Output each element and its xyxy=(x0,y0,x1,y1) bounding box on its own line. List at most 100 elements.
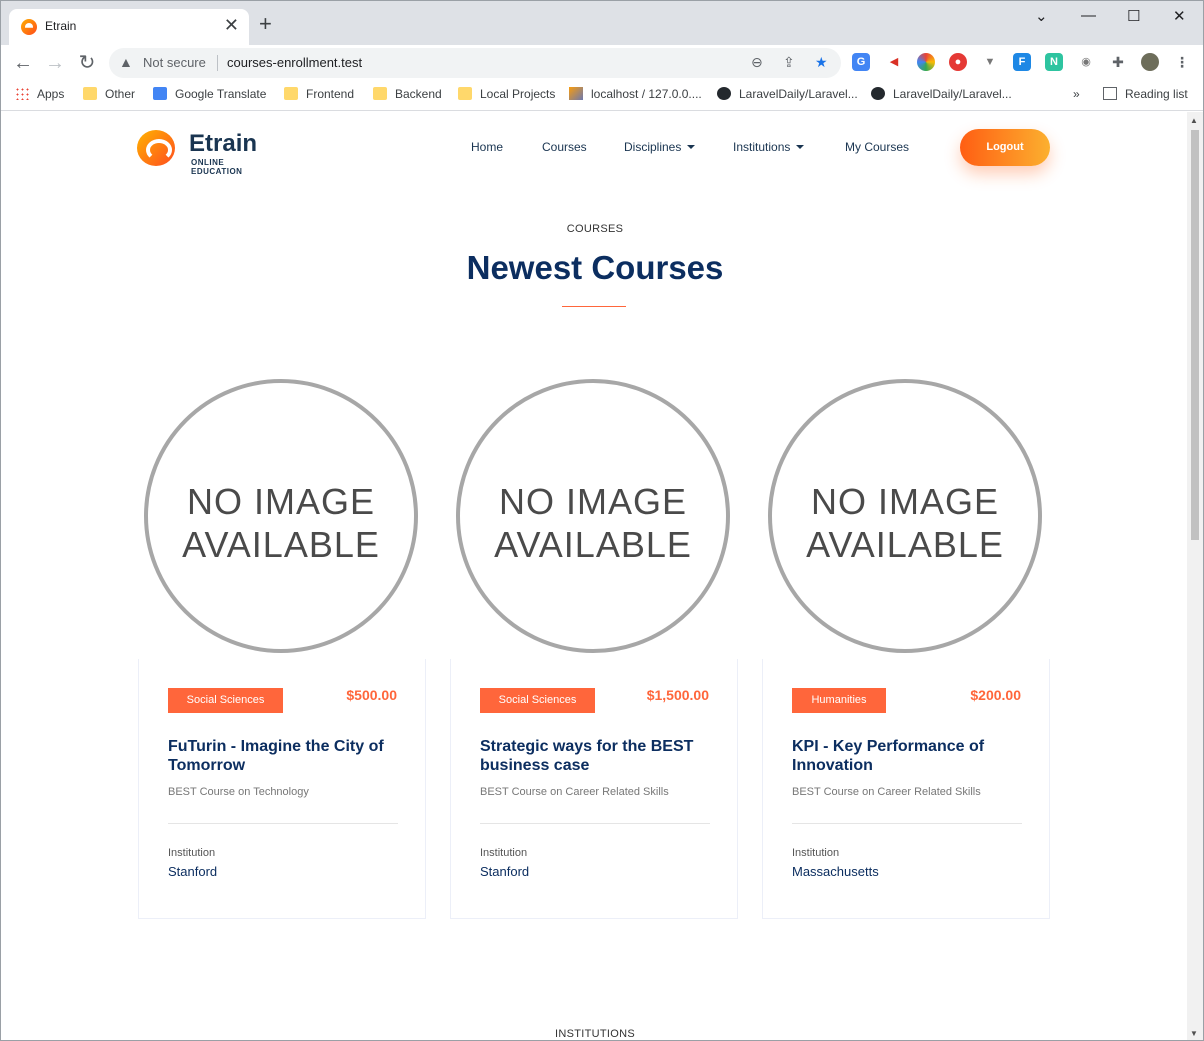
nav-institutions[interactable]: Institutions xyxy=(733,140,805,154)
ext-gear-extension-icon[interactable]: ◉ xyxy=(1077,53,1095,71)
bookmarks-bar: Apps Other Google Translate Frontend Bac… xyxy=(1,81,1203,111)
course-card[interactable]: NO IMAGE AVAILABLE Social Sciences $500.… xyxy=(138,379,426,919)
reload-icon[interactable]: ↻ xyxy=(73,49,101,77)
institution-label: Institution xyxy=(792,847,840,859)
bookmark-laraveldaily-1[interactable]: LaravelDaily/Laravel... xyxy=(717,87,858,101)
caret-down-icon xyxy=(687,145,696,149)
course-card-body: Social Sciences $500.00 FuTurin - Imagin… xyxy=(138,659,426,919)
vue-devtools-extension-icon[interactable]: ▼ xyxy=(981,53,999,71)
back-arrow-icon[interactable]: ← xyxy=(9,49,37,77)
course-card-body: Humanities $200.00 KPI - Key Performance… xyxy=(762,659,1050,919)
logo-subtitle: ONLINE EDUCATION xyxy=(191,158,243,176)
course-title[interactable]: FuTurin - Imagine the City of Tomorrow xyxy=(168,737,398,775)
bookmark-laraveldaily-2[interactable]: LaravelDaily/Laravel... xyxy=(871,87,1012,101)
page-viewport: Etrain ONLINE EDUCATION Home Courses Dis… xyxy=(1,112,1189,1040)
tab-search-icon[interactable]: ⌄ xyxy=(1035,7,1048,25)
close-window-button[interactable]: ✕ xyxy=(1173,7,1186,25)
title-underline xyxy=(562,306,626,307)
scroll-up-icon[interactable]: ▲ xyxy=(1190,116,1198,125)
nav-disciplines[interactable]: Disciplines xyxy=(624,140,696,154)
section-kicker: COURSES xyxy=(566,223,624,235)
nav-disciplines-label: Disciplines xyxy=(624,140,682,154)
institution-label: Institution xyxy=(480,847,528,859)
tab-title: Etrain xyxy=(45,19,77,33)
logout-button[interactable]: Logout xyxy=(960,129,1050,166)
placeholder-line2: AVAILABLE xyxy=(182,524,380,565)
tab-strip: Etrain ✕ + ⌄ — ☐ ✕ xyxy=(1,1,1203,45)
placeholder-line2: AVAILABLE xyxy=(494,524,692,565)
color-picker-extension-icon[interactable] xyxy=(917,53,935,71)
bookmark-apps[interactable]: Apps xyxy=(15,87,64,101)
reading-list[interactable]: Reading list xyxy=(1103,87,1188,101)
folder-icon xyxy=(373,87,387,100)
menu-kebab-icon[interactable]: ⋮ xyxy=(1173,53,1191,71)
adblock-extension-icon[interactable]: ● xyxy=(949,53,967,71)
institution-name: Massachusetts xyxy=(792,864,879,879)
card-divider xyxy=(792,823,1022,824)
nav-my-courses[interactable]: My Courses xyxy=(845,140,909,154)
logo-name: Etrain xyxy=(189,130,258,157)
scroll-down-icon[interactable]: ▼ xyxy=(1190,1029,1198,1038)
course-title[interactable]: KPI - Key Performance of Innovation xyxy=(792,737,1022,775)
institutions-kicker: INSTITUTIONS xyxy=(555,1028,635,1040)
tab-close-icon[interactable]: ✕ xyxy=(224,16,239,34)
maximize-button[interactable]: ☐ xyxy=(1127,7,1140,25)
course-price: $1,500.00 xyxy=(646,687,709,703)
nav-home[interactable]: Home xyxy=(471,140,503,154)
extensions-puzzle-icon[interactable]: ✚ xyxy=(1109,53,1127,71)
course-card[interactable]: NO IMAGE AVAILABLE Social Sciences $1,50… xyxy=(450,379,738,919)
course-card[interactable]: NO IMAGE AVAILABLE Humanities $200.00 KP… xyxy=(762,379,1050,919)
course-title[interactable]: Strategic ways for the BEST business cas… xyxy=(480,737,710,775)
no-image-placeholder: NO IMAGE AVAILABLE xyxy=(768,379,1042,653)
nav-institutions-label: Institutions xyxy=(733,140,791,154)
megaphone-extension-icon[interactable]: ◀ xyxy=(885,53,903,71)
placeholder-line1: NO IMAGE xyxy=(810,481,1000,522)
nav-courses[interactable]: Courses xyxy=(542,140,587,154)
category-badge[interactable]: Humanities xyxy=(792,688,886,713)
bookmark-google-translate[interactable]: Google Translate xyxy=(153,87,266,101)
bookmark-label: Frontend xyxy=(306,87,355,101)
bookmark-label: Local Projects xyxy=(480,87,556,101)
placeholder-line2: AVAILABLE xyxy=(806,524,1004,565)
more-bookmarks-icon[interactable]: » xyxy=(1073,87,1080,101)
zoom-icon[interactable]: ⊖ xyxy=(751,54,763,71)
category-badge[interactable]: Social Sciences xyxy=(480,688,595,713)
bookmark-label: LaravelDaily/Laravel... xyxy=(893,87,1012,101)
bookmark-local-projects[interactable]: Local Projects xyxy=(458,87,555,101)
security-label[interactable]: Not secure xyxy=(143,55,206,70)
institution-name: Stanford xyxy=(168,864,218,879)
bookmark-localhost[interactable]: localhost / 127.0.0.... xyxy=(569,87,702,101)
course-price: $200.00 xyxy=(970,687,1021,703)
site-logo[interactable]: Etrain ONLINE EDUCATION xyxy=(137,128,277,176)
etrain-favicon-icon xyxy=(21,19,37,35)
github-icon xyxy=(871,87,885,100)
bookmark-backend[interactable]: Backend xyxy=(373,87,442,101)
google-translate-extension-icon[interactable]: G xyxy=(852,53,870,71)
page-scrollbar[interactable]: ▲ ▼ xyxy=(1187,112,1203,1040)
browser-toolbar: ← → ↻ ▲ Not secure courses-enrollment.te… xyxy=(1,45,1203,81)
tab-etrain[interactable]: Etrain ✕ xyxy=(9,9,249,45)
bookmark-frontend[interactable]: Frontend xyxy=(284,87,354,101)
share-icon[interactable]: ⇪ xyxy=(783,54,795,71)
new-tab-button[interactable]: + xyxy=(259,13,272,35)
institution-name: Stanford xyxy=(480,864,530,879)
bookmark-star-icon[interactable]: ★ xyxy=(815,54,828,71)
github-icon xyxy=(717,87,731,100)
browser-window: Etrain ✕ + ⌄ — ☐ ✕ ← → ↻ ▲ Not secure co… xyxy=(0,0,1204,1041)
url-text[interactable]: courses-enrollment.test xyxy=(227,55,362,70)
fj-extension-icon[interactable]: F xyxy=(1013,53,1031,71)
no-image-placeholder: NO IMAGE AVAILABLE xyxy=(456,379,730,653)
scrollbar-thumb[interactable] xyxy=(1191,130,1199,540)
course-subtitle: BEST Course on Career Related Skills xyxy=(792,786,981,798)
folder-icon xyxy=(284,87,298,100)
course-card-body: Social Sciences $1,500.00 Strategic ways… xyxy=(450,659,738,919)
bookmark-other[interactable]: Other xyxy=(83,87,135,101)
profile-avatar[interactable] xyxy=(1141,53,1159,71)
address-separator xyxy=(217,55,218,71)
minimize-button[interactable]: — xyxy=(1081,7,1096,24)
address-bar[interactable]: ▲ Not secure courses-enrollment.test ⊖ ⇪… xyxy=(109,48,841,78)
n-extension-icon[interactable]: N xyxy=(1045,53,1063,71)
course-price: $500.00 xyxy=(346,687,397,703)
category-badge[interactable]: Social Sciences xyxy=(168,688,283,713)
forward-arrow-icon[interactable]: → xyxy=(41,49,69,77)
